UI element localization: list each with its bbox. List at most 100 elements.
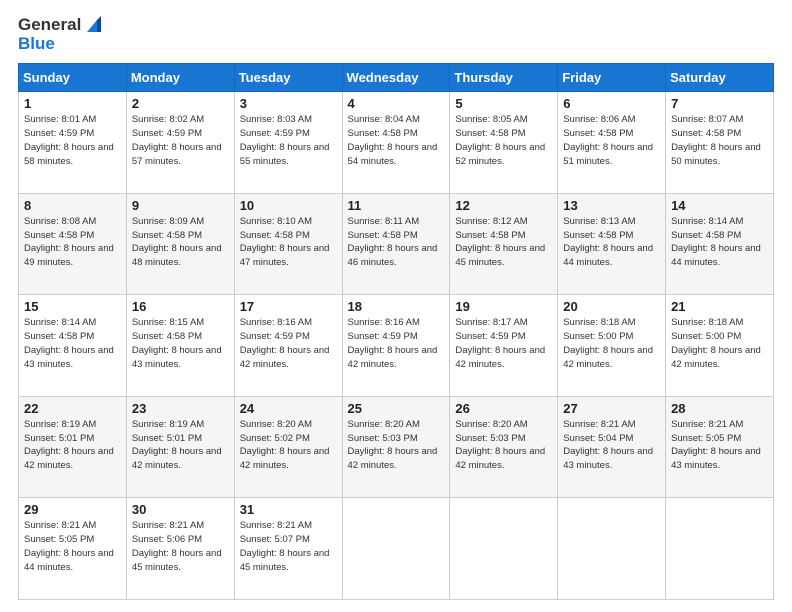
day-cell: 11 Sunrise: 8:11 AMSunset: 4:58 PMDayligh… [342, 193, 450, 295]
day-number: 6 [563, 96, 660, 111]
day-cell: 18 Sunrise: 8:16 AMSunset: 4:59 PMDayligh… [342, 295, 450, 397]
day-cell [450, 498, 558, 600]
day-info: Sunrise: 8:21 AMSunset: 5:06 PMDaylight:… [132, 519, 229, 574]
day-cell: 29 Sunrise: 8:21 AMSunset: 5:05 PMDayligh… [19, 498, 127, 600]
day-cell: 14 Sunrise: 8:14 AMSunset: 4:58 PMDayligh… [666, 193, 774, 295]
day-info: Sunrise: 8:19 AMSunset: 5:01 PMDaylight:… [24, 418, 121, 473]
day-cell: 16 Sunrise: 8:15 AMSunset: 4:58 PMDayligh… [126, 295, 234, 397]
day-info: Sunrise: 8:06 AMSunset: 4:58 PMDaylight:… [563, 113, 660, 168]
logo-triangle-icon [83, 16, 101, 34]
day-cell: 15 Sunrise: 8:14 AMSunset: 4:58 PMDayligh… [19, 295, 127, 397]
day-info: Sunrise: 8:08 AMSunset: 4:58 PMDaylight:… [24, 215, 121, 270]
day-cell [666, 498, 774, 600]
day-cell: 19 Sunrise: 8:17 AMSunset: 4:59 PMDayligh… [450, 295, 558, 397]
day-number: 26 [455, 401, 552, 416]
day-info: Sunrise: 8:18 AMSunset: 5:00 PMDaylight:… [671, 316, 768, 371]
day-number: 16 [132, 299, 229, 314]
day-header-row: SundayMondayTuesdayWednesdayThursdayFrid… [19, 64, 774, 92]
day-number: 18 [348, 299, 445, 314]
day-cell: 26 Sunrise: 8:20 AMSunset: 5:03 PMDayligh… [450, 396, 558, 498]
day-number: 13 [563, 198, 660, 213]
day-info: Sunrise: 8:14 AMSunset: 4:58 PMDaylight:… [24, 316, 121, 371]
day-number: 5 [455, 96, 552, 111]
day-info: Sunrise: 8:02 AMSunset: 4:59 PMDaylight:… [132, 113, 229, 168]
day-number: 20 [563, 299, 660, 314]
day-cell: 17 Sunrise: 8:16 AMSunset: 4:59 PMDayligh… [234, 295, 342, 397]
day-info: Sunrise: 8:11 AMSunset: 4:58 PMDaylight:… [348, 215, 445, 270]
day-cell: 7 Sunrise: 8:07 AMSunset: 4:58 PMDaylight… [666, 92, 774, 194]
day-cell: 13 Sunrise: 8:13 AMSunset: 4:58 PMDayligh… [558, 193, 666, 295]
day-cell: 3Sunrise: 8:03 AMSunset: 4:59 PMDaylight… [234, 92, 342, 194]
day-info: Sunrise: 8:13 AMSunset: 4:58 PMDaylight:… [563, 215, 660, 270]
day-info: Sunrise: 8:21 AMSunset: 5:05 PMDaylight:… [24, 519, 121, 574]
day-number: 4 [348, 96, 445, 111]
day-info: Sunrise: 8:09 AMSunset: 4:58 PMDaylight:… [132, 215, 229, 270]
calendar-page: General Blue SundayMondayTuesdayWednesda… [0, 0, 792, 612]
day-cell: 27 Sunrise: 8:21 AMSunset: 5:04 PMDayligh… [558, 396, 666, 498]
day-info: Sunrise: 8:14 AMSunset: 4:58 PMDaylight:… [671, 215, 768, 270]
day-number: 25 [348, 401, 445, 416]
day-cell: 28 Sunrise: 8:21 AMSunset: 5:05 PMDayligh… [666, 396, 774, 498]
day-number: 24 [240, 401, 337, 416]
logo-blue: Blue [18, 35, 101, 54]
day-cell: 22Sunrise: 8:19 AMSunset: 5:01 PMDayligh… [19, 396, 127, 498]
day-number: 28 [671, 401, 768, 416]
day-cell: 6 Sunrise: 8:06 AMSunset: 4:58 PMDaylight… [558, 92, 666, 194]
day-number: 21 [671, 299, 768, 314]
day-cell: 23Sunrise: 8:19 AMSunset: 5:01 PMDayligh… [126, 396, 234, 498]
day-header-thursday: Thursday [450, 64, 558, 92]
day-number: 30 [132, 502, 229, 517]
day-header-friday: Friday [558, 64, 666, 92]
day-info: Sunrise: 8:17 AMSunset: 4:59 PMDaylight:… [455, 316, 552, 371]
day-number: 31 [240, 502, 337, 517]
day-number: 14 [671, 198, 768, 213]
day-info: Sunrise: 8:01 AMSunset: 4:59 PMDaylight:… [24, 113, 121, 168]
week-row-3: 15 Sunrise: 8:14 AMSunset: 4:58 PMDayligh… [19, 295, 774, 397]
day-number: 15 [24, 299, 121, 314]
day-info: Sunrise: 8:21 AMSunset: 5:05 PMDaylight:… [671, 418, 768, 473]
day-number: 29 [24, 502, 121, 517]
day-number: 27 [563, 401, 660, 416]
week-row-5: 29 Sunrise: 8:21 AMSunset: 5:05 PMDayligh… [19, 498, 774, 600]
day-cell: 12Sunrise: 8:12 AMSunset: 4:58 PMDayligh… [450, 193, 558, 295]
day-cell: 8 Sunrise: 8:08 AMSunset: 4:58 PMDaylight… [19, 193, 127, 295]
day-cell: 20Sunrise: 8:18 AMSunset: 5:00 PMDayligh… [558, 295, 666, 397]
day-cell: 4Sunrise: 8:04 AMSunset: 4:58 PMDaylight… [342, 92, 450, 194]
day-number: 7 [671, 96, 768, 111]
day-number: 19 [455, 299, 552, 314]
day-info: Sunrise: 8:15 AMSunset: 4:58 PMDaylight:… [132, 316, 229, 371]
day-cell: 2 Sunrise: 8:02 AMSunset: 4:59 PMDaylight… [126, 92, 234, 194]
day-number: 8 [24, 198, 121, 213]
day-cell: 1 Sunrise: 8:01 AMSunset: 4:59 PMDaylight… [19, 92, 127, 194]
calendar-table: SundayMondayTuesdayWednesdayThursdayFrid… [18, 63, 774, 600]
day-number: 11 [348, 198, 445, 213]
day-header-tuesday: Tuesday [234, 64, 342, 92]
logo-general: General [18, 16, 81, 35]
day-info: Sunrise: 8:21 AMSunset: 5:04 PMDaylight:… [563, 418, 660, 473]
day-info: Sunrise: 8:20 AMSunset: 5:03 PMDaylight:… [455, 418, 552, 473]
day-info: Sunrise: 8:21 AMSunset: 5:07 PMDaylight:… [240, 519, 337, 574]
day-info: Sunrise: 8:16 AMSunset: 4:59 PMDaylight:… [348, 316, 445, 371]
day-header-sunday: Sunday [19, 64, 127, 92]
day-info: Sunrise: 8:20 AMSunset: 5:03 PMDaylight:… [348, 418, 445, 473]
day-number: 1 [24, 96, 121, 111]
day-number: 23 [132, 401, 229, 416]
day-cell: 31 Sunrise: 8:21 AMSunset: 5:07 PMDayligh… [234, 498, 342, 600]
day-info: Sunrise: 8:05 AMSunset: 4:58 PMDaylight:… [455, 113, 552, 168]
week-row-1: 1 Sunrise: 8:01 AMSunset: 4:59 PMDaylight… [19, 92, 774, 194]
day-info: Sunrise: 8:16 AMSunset: 4:59 PMDaylight:… [240, 316, 337, 371]
day-cell [558, 498, 666, 600]
day-cell [342, 498, 450, 600]
day-info: Sunrise: 8:03 AMSunset: 4:59 PMDaylight:… [240, 113, 337, 168]
day-info: Sunrise: 8:12 AMSunset: 4:58 PMDaylight:… [455, 215, 552, 270]
day-info: Sunrise: 8:07 AMSunset: 4:58 PMDaylight:… [671, 113, 768, 168]
day-cell: 21 Sunrise: 8:18 AMSunset: 5:00 PMDayligh… [666, 295, 774, 397]
day-number: 2 [132, 96, 229, 111]
day-number: 10 [240, 198, 337, 213]
day-header-saturday: Saturday [666, 64, 774, 92]
day-number: 17 [240, 299, 337, 314]
day-header-monday: Monday [126, 64, 234, 92]
day-cell: 10Sunrise: 8:10 AMSunset: 4:58 PMDayligh… [234, 193, 342, 295]
day-header-wednesday: Wednesday [342, 64, 450, 92]
logo-text: General Blue [18, 16, 101, 53]
